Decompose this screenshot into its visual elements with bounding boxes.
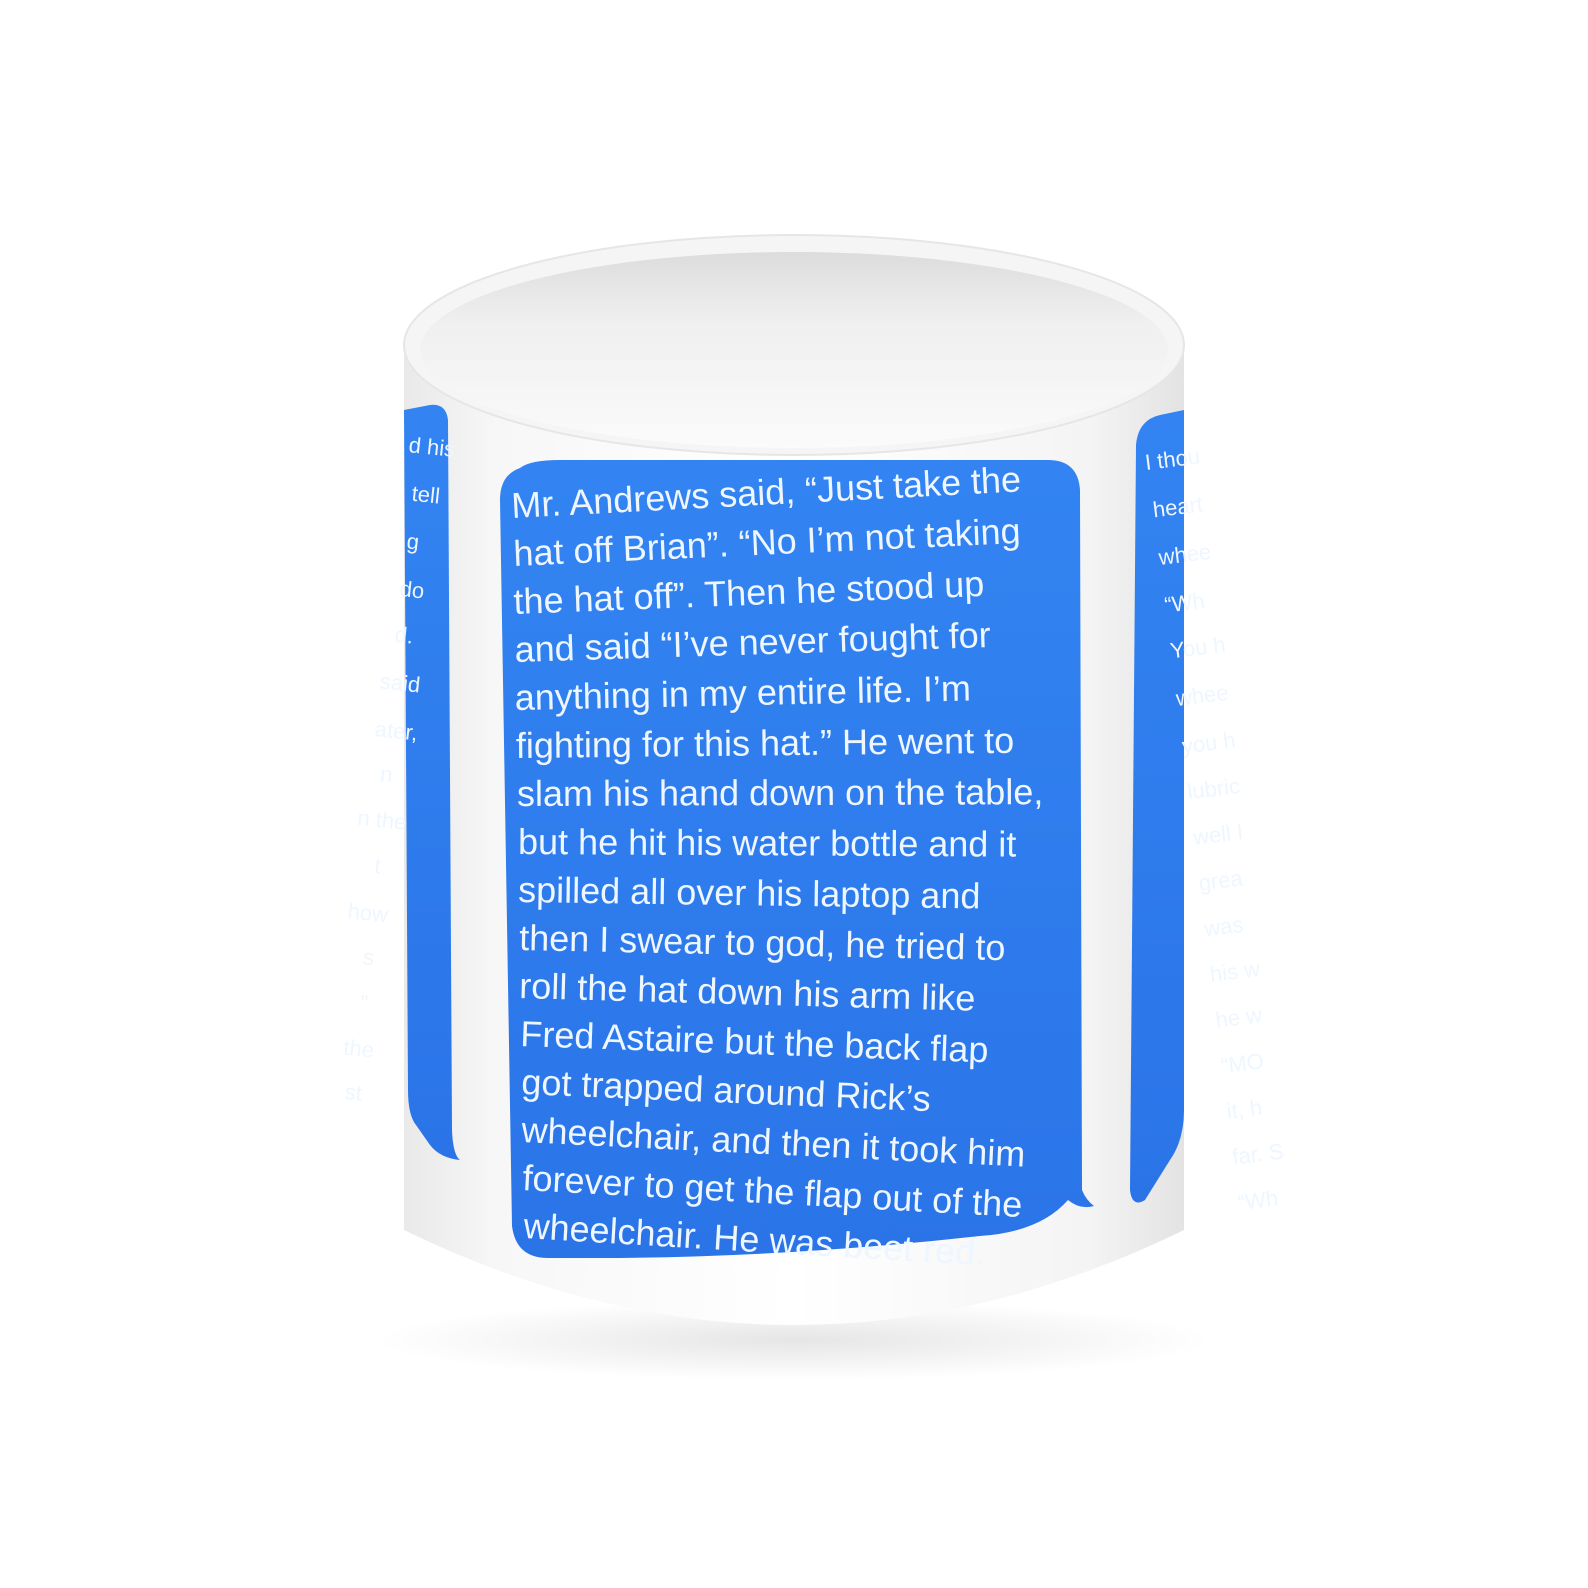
svg-text:n: n xyxy=(379,761,394,787)
svg-text:st: st xyxy=(344,1079,364,1106)
svg-text:grea: grea xyxy=(1197,865,1245,895)
svg-text:he w: he w xyxy=(1214,1002,1263,1032)
svg-text:how: how xyxy=(347,898,390,927)
svg-text:I thou: I thou xyxy=(1144,443,1202,475)
svg-text:d his: d his xyxy=(408,432,457,462)
svg-text:”: ” xyxy=(359,990,369,1016)
svg-text:his w: his w xyxy=(1208,956,1261,987)
right-side-bubble xyxy=(1130,410,1184,1203)
svg-text:said: said xyxy=(379,668,422,697)
svg-text:“Wh: “Wh xyxy=(1236,1185,1279,1215)
svg-text:“MO: “MO xyxy=(1220,1048,1265,1078)
svg-text:g: g xyxy=(406,528,421,554)
svg-text:d.: d. xyxy=(394,622,415,649)
svg-text:ater,: ater, xyxy=(374,716,419,745)
svg-text:you h: you h xyxy=(1180,727,1236,758)
message-line: spilled all over his laptop and xyxy=(518,869,981,916)
mug-illustration: d his tell g do d. said ater, n n the t … xyxy=(342,234,1285,1380)
svg-text:do: do xyxy=(399,576,426,603)
message-line: fighting for this hat.” He went to xyxy=(516,720,1015,766)
svg-text:n the: n the xyxy=(356,805,407,835)
svg-text:was: was xyxy=(1202,912,1245,942)
svg-text:far. S: far. S xyxy=(1231,1138,1285,1169)
svg-text:tell: tell xyxy=(411,481,442,509)
svg-text:it, h: it, h xyxy=(1225,1095,1263,1124)
svg-text:t: t xyxy=(373,853,382,879)
svg-text:the: the xyxy=(342,1035,375,1063)
message-line: but he hit his water bottle and it xyxy=(518,821,1017,865)
svg-text:well I: well I xyxy=(1191,819,1245,850)
svg-text:lubric: lubric xyxy=(1186,773,1241,804)
message-line: slam his hand down on the table, xyxy=(517,771,1043,814)
svg-text:whee: whee xyxy=(1156,539,1212,570)
svg-text:You h: You h xyxy=(1169,632,1227,664)
product-photo: d his tell g do d. said ater, n n the t … xyxy=(0,0,1588,1588)
svg-text:whee: whee xyxy=(1174,680,1230,711)
svg-text:s: s xyxy=(362,944,376,970)
svg-text:“Wh: “Wh xyxy=(1163,588,1206,618)
svg-text:heart: heart xyxy=(1151,491,1204,522)
mug-opening xyxy=(420,252,1168,448)
